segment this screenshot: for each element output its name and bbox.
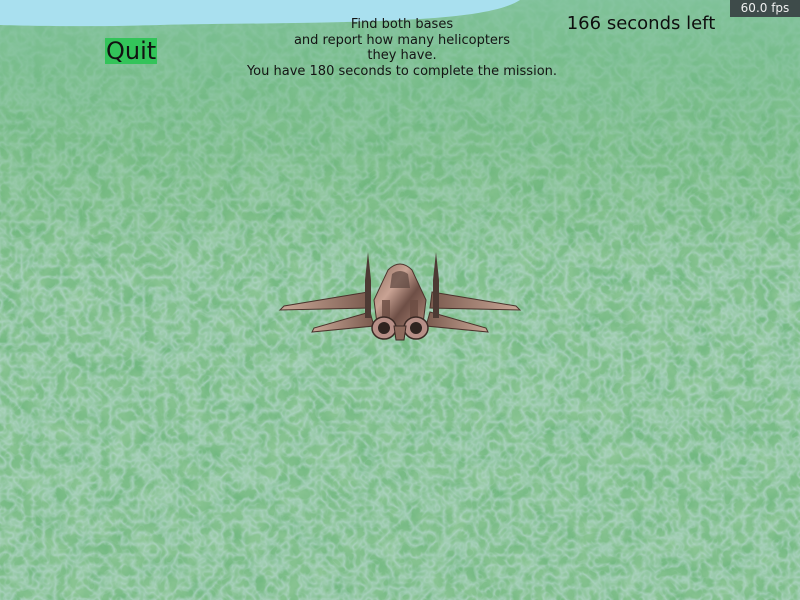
quit-button[interactable]: Quit: [105, 38, 158, 64]
mission-line: Find both bases: [350, 17, 454, 32]
mission-line: and report how many helicopters: [293, 32, 511, 48]
fighter-jet-icon: [278, 252, 522, 341]
fps-counter: 60.0 fps: [730, 0, 800, 17]
mission-line: You have 180 seconds to complete the mis…: [246, 63, 558, 79]
mission-line: they have.: [367, 48, 437, 63]
game-viewport[interactable]: Quit Find both bases and report how many…: [0, 0, 800, 600]
mission-briefing: Find both bases and report how many heli…: [232, 17, 572, 79]
mission-timer: 166 seconds left: [566, 13, 716, 34]
